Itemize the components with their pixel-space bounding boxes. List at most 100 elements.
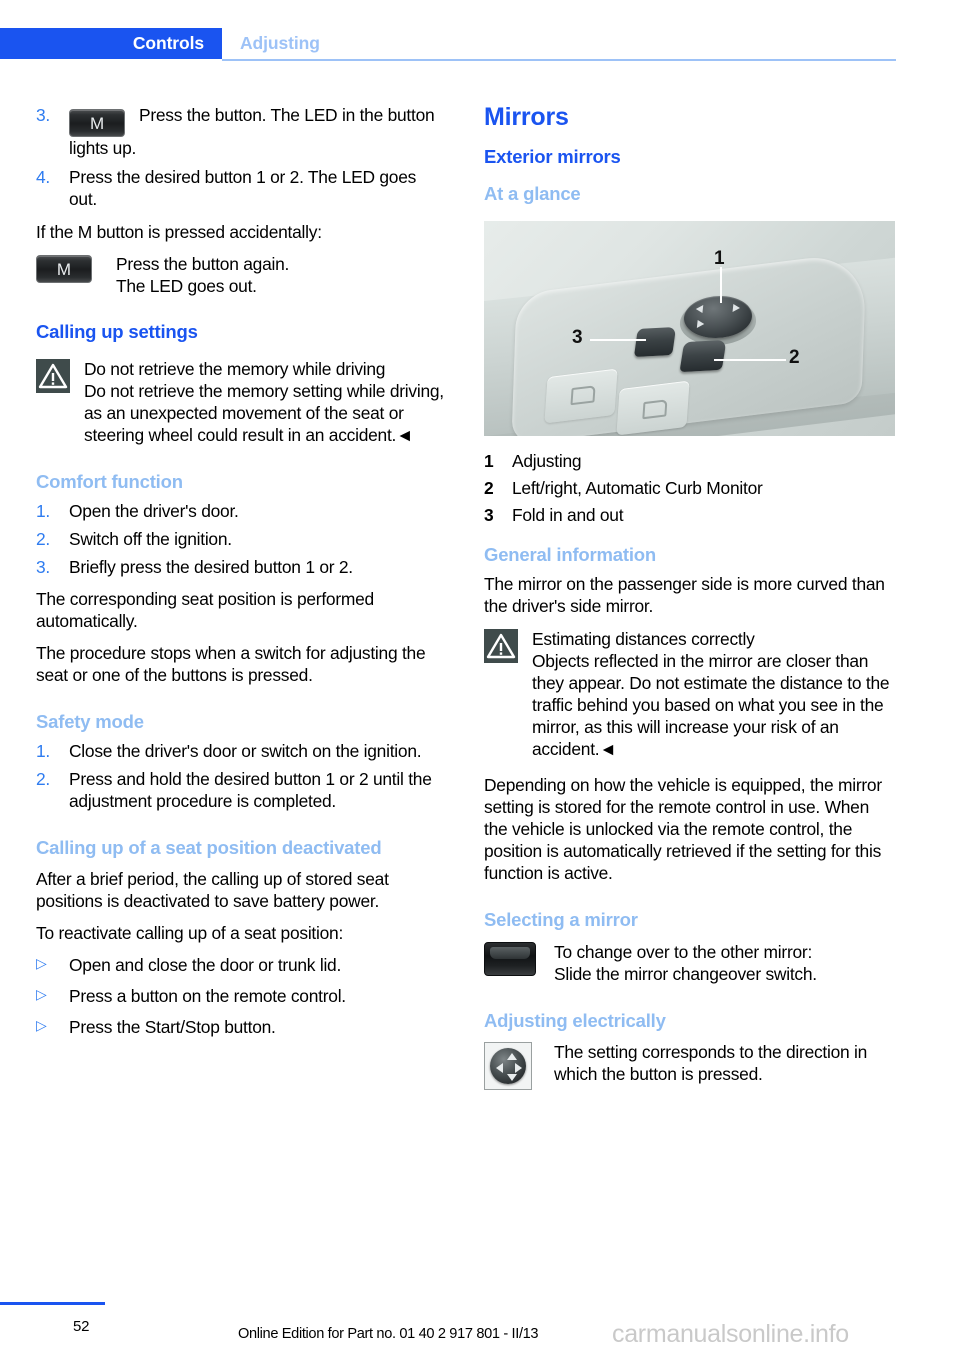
step-marker: 3. [36,105,51,125]
warning-title: Estimating distances correctly [532,628,755,649]
comfort-function-para-2: The procedure stops when a switch for ad… [36,643,426,686]
heading-at-a-glance: At a glance [484,182,581,204]
comfort-function-steps: 1. Open the driver's door. 2. Switch off… [36,500,447,578]
heading-seat-position-deactivated: Calling up of a seat position deactivate… [36,837,382,859]
step-marker: 2. [36,769,51,790]
warning-title: Do not retrieve the memory while driving [84,359,386,380]
warning-triangle-icon [36,359,70,394]
left-column: 3. M Press the button. The LED in the but… [36,104,447,1048]
heading-exterior-mirrors: Exterior mirrors [484,145,621,167]
step-text: Briefly press the desired button 1 or 2. [69,557,353,578]
page-title: Mirrors [484,103,569,131]
step-marker: 1. [36,741,51,762]
comfort-function-para-1: The corresponding seat position is perfo… [36,589,374,632]
joystick-button-icon [484,1042,532,1091]
heading-general-information: General information [484,543,656,565]
header-divider [222,59,896,61]
step-marker: 3. [36,557,51,578]
list-item: 3. Briefly press the desired button 1 or… [36,556,447,578]
site-watermark: carmanualsonline.info [612,1320,849,1348]
step-marker: 4. [36,167,51,188]
window-glyph-icon [570,384,596,405]
callout-leader-2 [714,358,786,361]
callout-label-3: 3 [572,326,583,348]
page-number: 52 [73,1318,90,1335]
adjusting-electrically-block: The setting corresponds to the direction… [484,1041,895,1091]
callout-leader-1 [720,266,722,303]
triangle-bullet-icon: ▷ [36,986,47,1003]
safety-mode-steps: 1. Close the driver's door or switch on … [36,740,447,812]
reactivate-bullets: ▷ Open and close the door or trunk lid. … [36,954,447,1038]
figure-legend: 1 Adjusting 2 Left/right, Automatic Curb… [484,450,895,526]
legend-marker: 1 [484,450,494,471]
bullet-text: Press a button on the remote control. [69,986,346,1007]
triangle-bullet-icon: ▷ [36,1017,47,1034]
window-glyph-icon [642,398,668,419]
step-text: Switch off the ignition. [69,529,232,550]
selecting-mirror-block: To change over to the other mirror: Slid… [484,941,895,985]
photo-window-button-rear [616,380,690,436]
selecting-mirror-line-1: To change over to the other mirror: [554,941,813,962]
edition-notice: Online Edition for Part no. 01 40 2 917 … [238,1326,539,1342]
accidental-intro-text: If the M button is pressed accidentally: [36,222,322,243]
photo-fold-button [633,326,677,357]
chapter-label: Controls [132,33,204,53]
heading-comfort-function: Comfort function [36,471,183,493]
m-button-icon: M [69,109,125,137]
step-text: Close the driver's door or switch on the… [69,741,422,762]
heading-calling-up-settings: Calling up settings [36,321,198,343]
step-text: Press the desired button 1 or 2. The LED… [69,167,417,210]
step-text: Open the driver's door. [69,501,239,522]
right-column: Mirrors Exterior mirrors At a glance 1 2… [484,103,895,1095]
warning-body: Objects reflected in the mirror are clos… [532,650,890,759]
list-item: 2. Press and hold the desired button 1 o… [36,768,447,812]
list-item: 2. Switch off the ignition. [36,528,447,550]
general-info-para-1: The mirror on the passenger side is more… [484,574,885,617]
callout-label-1: 1 [714,247,725,269]
callout-leader-3 [590,338,646,341]
m-button-label: M [56,260,72,280]
page-header: Controls Adjusting [0,28,960,59]
accidental-line-1: Press the button again. [116,254,290,275]
seat-position-para-2: To reactivate calling up of a seat posit… [36,923,344,944]
door-panel-mirror-controls-photo: 1 2 3 [484,220,895,436]
legend-text: Left/right, Automatic Curb Monitor [512,477,763,498]
legend-text: Fold in and out [512,504,624,525]
heading-adjusting-electrically: Adjusting electrically [484,1009,666,1031]
list-item: 1. Open the driver's door. [36,500,447,522]
list-item: 3 Fold in and out [484,504,895,526]
photo-window-button-front [544,368,618,424]
legend-text: Adjusting [512,450,582,471]
list-item: ▷ Open and close the door or trunk lid. [36,954,447,976]
list-item: 2 Left/right, Automatic Curb Monitor [484,477,895,499]
accidental-press-block: M Press the button again. The LED goes o… [36,253,447,297]
footer-divider [0,1302,105,1305]
warning-triangle-icon [484,628,518,663]
step-text: Press and hold the desired button 1 or 2… [69,769,432,812]
heading-safety-mode: Safety mode [36,711,144,733]
heading-selecting-a-mirror: Selecting a mirror [484,908,638,930]
selecting-mirror-line-2: Slide the mirror changeover switch. [554,963,817,984]
list-item: 1 Adjusting [484,450,895,472]
step-marker: 2. [36,529,51,550]
bullet-text: Open and close the door or trunk lid. [69,955,342,976]
warning-body: Do not retrieve the memory setting while… [84,381,444,446]
list-item: 3. M Press the button. The LED in the but… [36,104,447,159]
general-info-para-2: Depending on how the vehicle is equipped… [484,774,882,883]
list-item: ▷ Press the Start/Stop button. [36,1016,447,1038]
seat-position-para-1: After a brief period, the calling up of … [36,869,389,912]
list-item: 1. Close the driver's door or switch on … [36,740,447,762]
accidental-line-2: The LED goes out. [116,276,257,297]
m-button-icon: M [36,255,92,284]
adjusting-electrically-text: The setting corresponds to the direction… [554,1042,868,1085]
warning-block: Estimating distances correctly Objects r… [484,628,895,760]
step-marker: 1. [36,501,51,522]
photo-left-right-button [679,339,727,372]
legend-marker: 2 [484,477,494,498]
warning-block: Do not retrieve the memory while driving… [36,358,447,446]
list-item: ▷ Press a button on the remote control. [36,985,447,1007]
callout-label-2: 2 [789,346,800,368]
legend-marker: 3 [484,504,494,525]
section-label: Adjusting [240,33,320,53]
triangle-bullet-icon: ▷ [36,955,47,972]
